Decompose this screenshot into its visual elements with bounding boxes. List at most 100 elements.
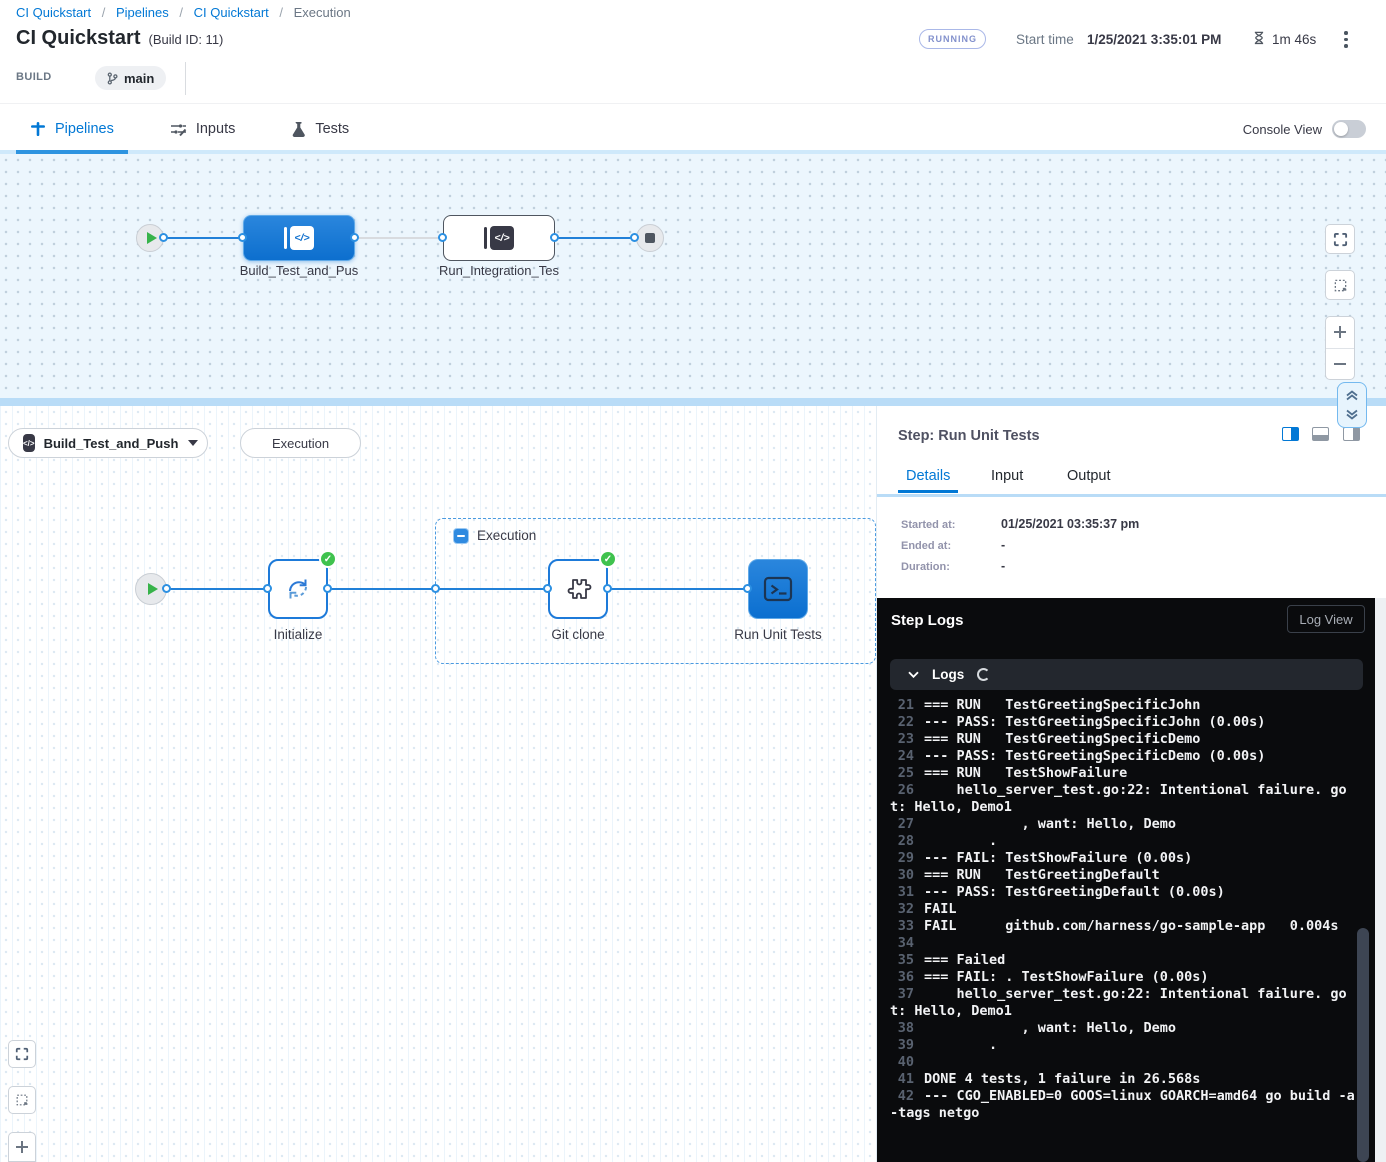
execution-view-button[interactable]: Execution [240,428,361,458]
zoom-in-button[interactable] [8,1132,36,1162]
breadcrumb-link-pipelines[interactable]: Pipelines [116,5,169,20]
canvas-fit-selection-button[interactable] [1325,270,1355,300]
panel-scroll-gutter [1375,598,1386,1162]
plus-icon [1333,325,1347,339]
zoom-in-button[interactable] [1326,317,1354,349]
canvas-fullscreen-button[interactable] [1325,224,1355,254]
initialize-sync-icon [282,573,314,605]
step-node-run-unit-tests[interactable] [748,559,808,619]
selection-box-icon [15,1093,29,1107]
step-node-initialize[interactable] [268,559,328,619]
selection-box-icon [1333,278,1348,293]
log-line: 31--- PASS: TestGreetingDefault (0.00s) [890,884,1355,901]
log-line: 37 hello_server_test.go:22: Intentional … [890,986,1355,1020]
canvas-zoom-controls [1325,316,1355,380]
log-line: 41DONE 4 tests, 1 failure in 26.568s [890,1071,1355,1088]
collapse-group-icon[interactable] [453,528,469,544]
log-line: 30=== RUN TestGreetingDefault [890,867,1355,884]
log-line: 21=== RUN TestGreetingSpecificJohn [890,697,1355,714]
port [159,233,168,242]
console-view-toggle[interactable] [1332,120,1366,138]
field-label-duration: Duration: [901,561,950,573]
plus-icon [15,1140,29,1154]
fullscreen-icon [1333,232,1348,247]
log-line: 32FAIL [890,901,1355,918]
play-icon [147,232,157,244]
port [543,584,552,593]
chevrons-down-icon [1345,409,1359,420]
step-logs-panel: Step Logs Log View Logs 21=== RUN TestGr… [877,598,1376,1162]
port [630,233,639,242]
port [431,584,440,593]
port [323,584,332,593]
step-label: Initialize [228,627,368,642]
breadcrumb-link-project[interactable]: CI Quickstart [16,5,91,20]
ci-stage-icon: </> [484,226,514,250]
step-node-git-clone[interactable] [548,559,608,619]
canvas-fit-selection-button[interactable] [8,1086,36,1114]
play-icon [148,583,158,595]
log-line: 25=== RUN TestShowFailure [890,765,1355,782]
port [238,233,247,242]
edge-gitclone-rununittests [608,588,748,590]
branch-name: main [124,71,154,86]
log-line: 28 . [890,833,1355,850]
log-line: 24--- PASS: TestGreetingSpecificDemo (0.… [890,748,1355,765]
tab-inputs[interactable]: Inputs [156,104,250,154]
start-time-value: 1/25/2021 3:35:01 PM [1087,32,1221,47]
logs-section-header[interactable]: Logs [890,659,1363,690]
execution-view-label: Execution [272,436,329,451]
chevrons-up-icon [1345,390,1359,401]
log-scrollbar-thumb[interactable] [1357,928,1369,1162]
console-view-label: Console View [1243,122,1322,137]
stage-node-build-test-and-push[interactable]: </> [243,215,355,261]
tab-details[interactable]: Details [906,468,950,484]
chevron-down-icon [908,671,919,678]
execution-group-label: Execution [477,528,536,543]
fullscreen-icon [15,1047,29,1061]
log-line: 40 [890,1054,1355,1071]
step-panel-title: Step: Run Unit Tests [898,428,1040,444]
step-details-panel: Step: Run Unit Tests Details Input Outpu… [876,406,1386,1162]
log-line: 39 . [890,1037,1355,1054]
layout-right-view-button[interactable] [1343,427,1360,441]
pipeline-end-node[interactable] [636,224,664,252]
breadcrumb-current: Execution [294,5,351,20]
tab-pipelines[interactable]: Pipelines [16,104,128,154]
log-line: 35=== Failed [890,952,1355,969]
tab-output[interactable]: Output [1067,468,1111,484]
stage-label: Run_Integration_Tes [429,263,569,278]
chevron-down-icon [188,440,198,446]
breadcrumb-separator: / [102,5,106,20]
loading-spinner-icon [977,668,990,681]
field-label-ended-at: Ended at: [901,540,951,552]
log-line: 38 , want: Hello, Demo [890,1020,1355,1037]
field-value-ended-at: - [1001,538,1005,552]
field-value-duration: - [1001,559,1005,573]
layout-split-view-button[interactable] [1282,427,1299,441]
port [263,584,272,593]
branch-tag[interactable]: main [95,66,166,90]
step-label: Git clone [508,627,648,642]
tab-pipelines-label: Pipelines [55,121,114,137]
panel-resize-control[interactable] [1337,382,1367,428]
tab-input[interactable]: Input [991,468,1023,484]
stage-canvas[interactable]: </> Build_Test_and_Pus </> Run_Integrati… [0,154,1386,398]
canvas-fullscreen-button[interactable] [8,1040,36,1068]
step-canvas[interactable]: </> Build_Test_and_Push Execution Execut… [0,406,876,1162]
log-line: 26 hello_server_test.go:22: Intentional … [890,782,1355,816]
canvas-split-divider[interactable] [0,398,1386,406]
tab-tests[interactable]: Tests [277,104,363,154]
pipeline-execution-page: CI Quickstart / Pipelines / CI Quickstar… [0,0,1386,1162]
more-menu-button[interactable] [1344,31,1348,48]
zoom-out-button[interactable] [1326,349,1354,380]
elapsed-time: 1m 46s [1272,32,1316,47]
layout-bottom-view-button[interactable] [1312,427,1329,441]
stage-selector-dropdown[interactable]: </> Build_Test_and_Push [8,428,208,458]
stage-label: Build_Test_and_Pus [229,263,369,278]
stop-icon [645,233,655,243]
stage-node-run-integration-tests[interactable]: </> [443,215,555,261]
breadcrumb-link-pipeline[interactable]: CI Quickstart [194,5,269,20]
port [550,233,559,242]
log-view-button[interactable]: Log View [1287,605,1365,633]
